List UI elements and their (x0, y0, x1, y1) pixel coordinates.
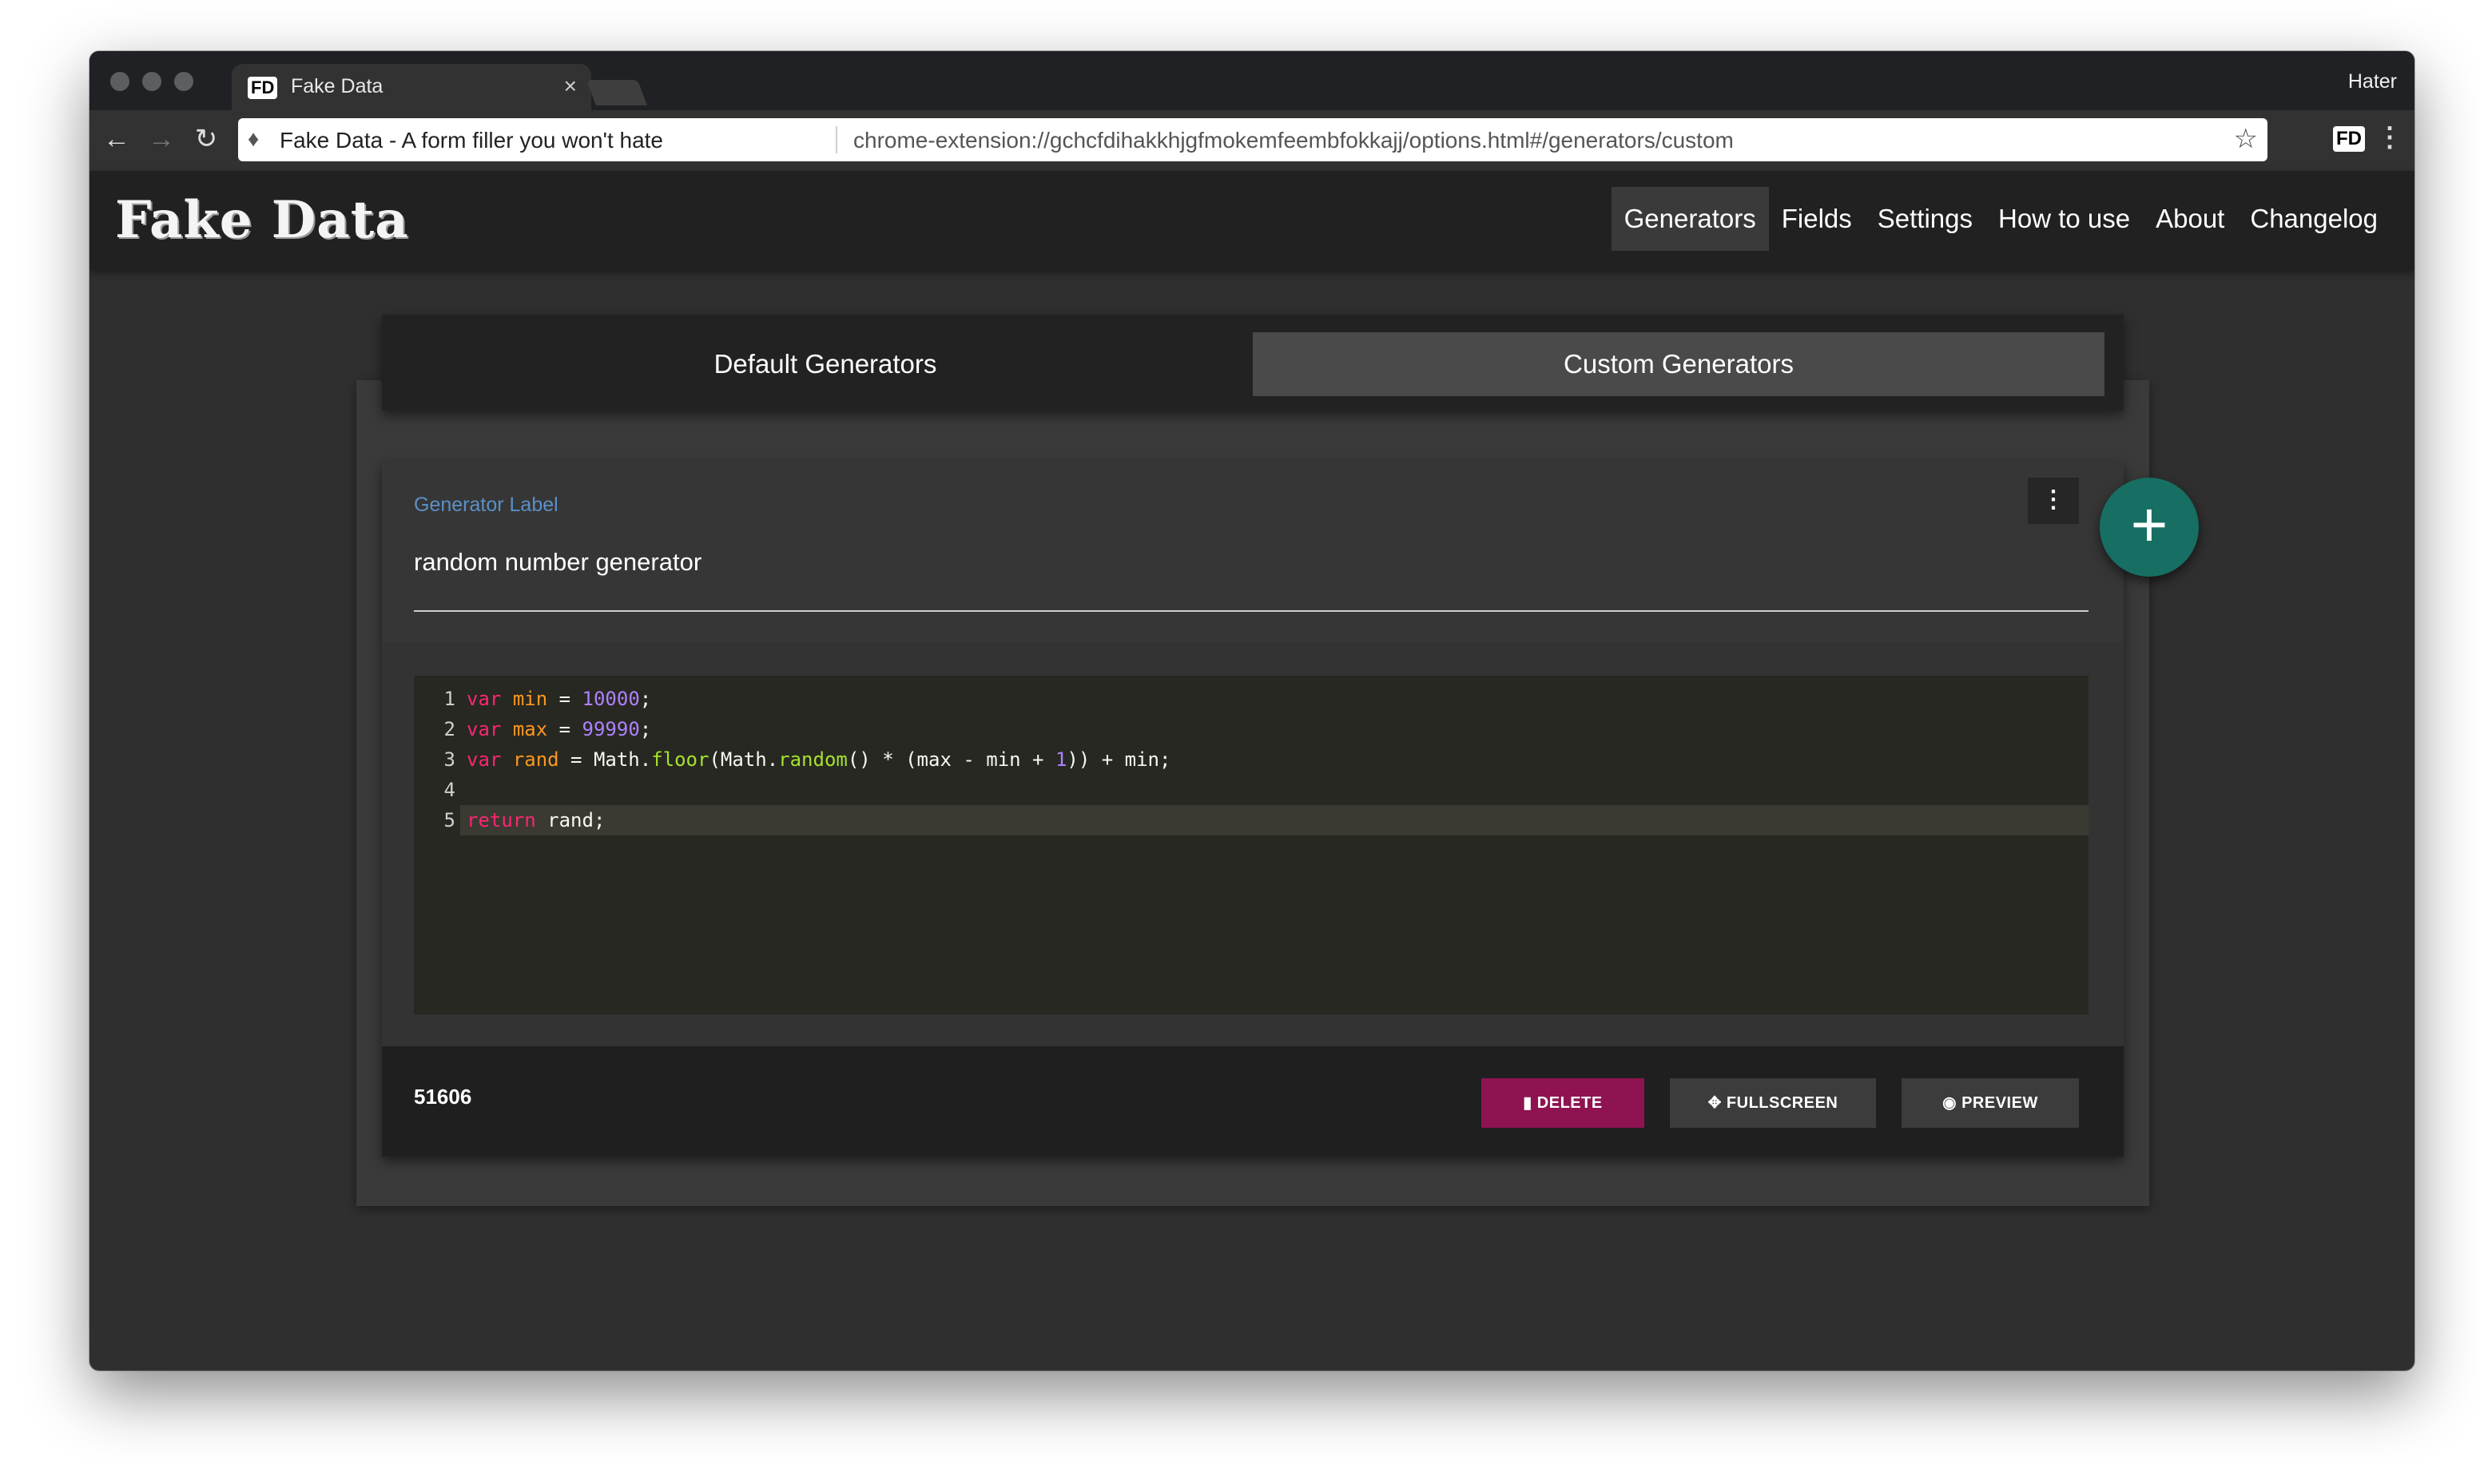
preview-button[interactable]: ◉ PREVIEW (1902, 1078, 2079, 1128)
nav-changelog[interactable]: Changelog (2237, 187, 2391, 251)
maximize-window-button[interactable] (174, 72, 193, 91)
fullscreen-button[interactable]: ✥ FULLSCREEN (1670, 1078, 1876, 1128)
nav-settings[interactable]: Settings (1865, 187, 1985, 251)
code-line: 1 var min = 10000; (414, 684, 2089, 714)
code-text: var max = 99990; (467, 718, 652, 740)
address-bar[interactable]: ♦ Fake Data - A form filler you won't ha… (238, 118, 2267, 161)
generator-label-input[interactable]: random number generator (414, 548, 701, 577)
tab-custom-generators[interactable]: Custom Generators (1253, 332, 2104, 396)
code-line: 3 var rand = Math.floor(Math.random() * … (414, 744, 2089, 775)
nav-generators[interactable]: Generators (1611, 187, 1769, 251)
generator-footer: 51606 ▮ DELETE ✥ FULLSCREEN ◉ PREVIEW (382, 1046, 2124, 1157)
generator-card: Generator Label random number generator … (382, 462, 2124, 1157)
generator-tabs: Default Generators Custom Generators (382, 315, 2124, 411)
code-text: var rand = Math.floor(Math.random() * (m… (467, 748, 1171, 771)
delete-label: DELETE (1536, 1094, 1603, 1112)
tab-default-generators[interactable]: Default Generators (399, 332, 1251, 396)
minimize-window-button[interactable] (142, 72, 161, 91)
extension-fd-icon[interactable]: FD (2333, 126, 2365, 152)
back-arrow-icon[interactable]: ← (101, 123, 133, 155)
line-number: 1 (443, 688, 455, 710)
line-number: 5 (443, 809, 455, 831)
line-number: 2 (443, 718, 455, 740)
nav-fields[interactable]: Fields (1769, 187, 1865, 251)
eye-icon: ◉ (1942, 1094, 1957, 1112)
fullscreen-icon: ✥ (1707, 1094, 1722, 1112)
code-text: var min = 10000; (467, 688, 652, 710)
tab-favicon-icon: FD (248, 77, 278, 99)
tab-title: Fake Data (291, 75, 384, 97)
preview-label: PREVIEW (1961, 1094, 2038, 1112)
add-generator-button[interactable]: + (2100, 478, 2199, 577)
delete-button[interactable]: ▮ DELETE (1481, 1078, 1644, 1128)
generator-label-caption: Generator Label (414, 494, 558, 516)
tab-strip: FD Fake Data × Hater (89, 51, 2414, 110)
code-line: 4 (414, 775, 2089, 805)
more-options-icon[interactable]: ⋮ (2028, 478, 2079, 524)
browser-toolbar: ← → ↻ ♦ Fake Data - A form filler you wo… (89, 110, 2414, 171)
menu-dots-icon[interactable]: ⋮ (2376, 121, 2403, 153)
code-line: 5 return rand; (414, 805, 2089, 835)
generator-label-section: Generator Label random number generator … (382, 462, 2124, 642)
nav-how-to-use[interactable]: How to use (1985, 187, 2143, 251)
profile-name[interactable]: Hater (2348, 70, 2397, 93)
app-header: Fake Data Generators Fields Settings How… (89, 171, 2414, 270)
preview-value: 51606 (414, 1085, 472, 1109)
line-number: 3 (443, 748, 455, 771)
code-text: return rand; (467, 809, 606, 831)
plus-icon: + (2130, 489, 2168, 560)
fullscreen-label: FULLSCREEN (1726, 1094, 1838, 1112)
browser-tab[interactable]: FD Fake Data × (232, 64, 591, 110)
forward-arrow-icon[interactable]: → (145, 123, 177, 155)
app-logo[interactable]: Fake Data (115, 190, 409, 250)
code-line: 2 var max = 99990; (414, 714, 2089, 744)
puzzle-extension-icon: ♦ (248, 126, 260, 151)
trash-icon: ▮ (1523, 1094, 1532, 1112)
close-window-button[interactable] (110, 72, 129, 91)
reload-icon[interactable]: ↻ (190, 123, 222, 155)
input-underline (414, 610, 2089, 612)
main-nav: Generators Fields Settings How to use Ab… (1611, 187, 2391, 251)
omnibox-page-title: Fake Data - A form filler you won't hate (280, 128, 664, 153)
omnibox-url[interactable]: chrome-extension://gchcfdihakkhjgfmokemf… (853, 128, 1734, 153)
new-tab-button[interactable] (586, 80, 647, 105)
browser-window: FD Fake Data × Hater ← → ↻ ♦ Fake Data -… (89, 51, 2414, 1371)
code-editor[interactable]: 1 var min = 10000; 2 var max = 99990; 3 … (414, 676, 2089, 1014)
nav-about[interactable]: About (2143, 187, 2237, 251)
tab-close-icon[interactable]: × (564, 73, 577, 99)
omnibox-divider (836, 126, 837, 153)
star-bookmark-icon[interactable]: ☆ (2234, 123, 2258, 155)
line-number: 4 (443, 779, 455, 801)
